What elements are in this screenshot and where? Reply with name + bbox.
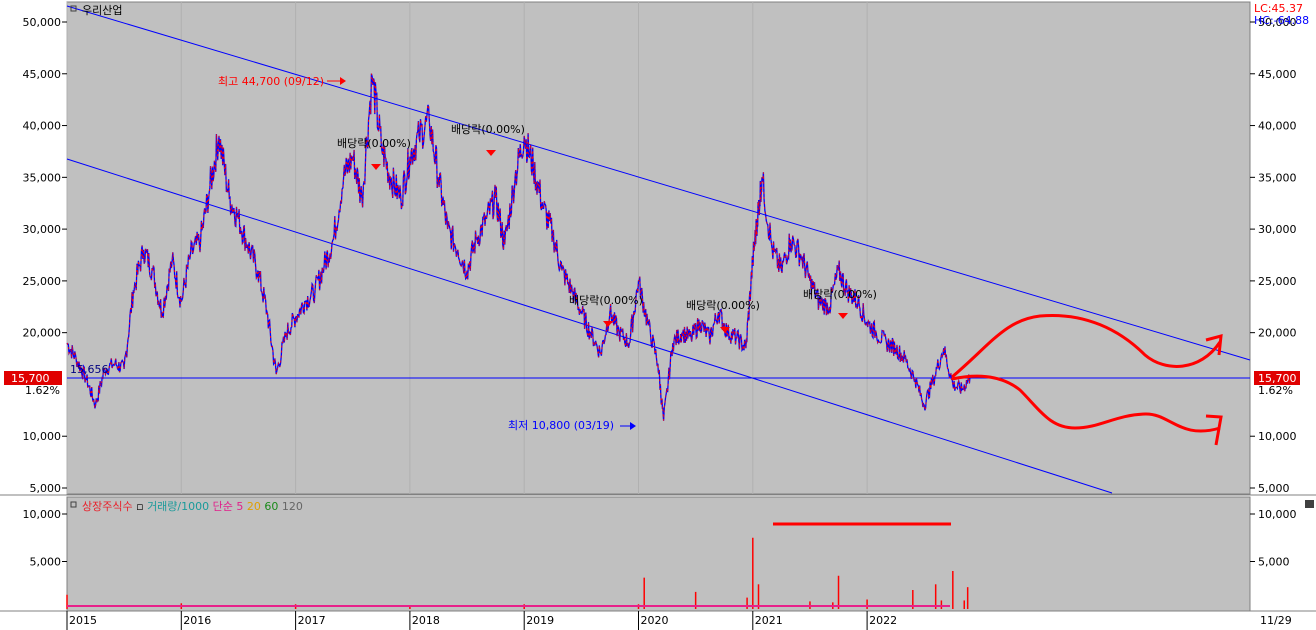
- volume-axis-right: 10,000 5,000: [1250, 508, 1297, 569]
- date-tick-label: 2016: [183, 614, 211, 627]
- date-tick-label: 2022: [869, 614, 897, 627]
- volume-tick-label: 10,000: [23, 508, 62, 521]
- volume-tick-label: 5,000: [1258, 556, 1290, 569]
- high-annotation: 최고 44,700 (09/12): [218, 75, 324, 88]
- price-tick-label: 25,000: [23, 275, 62, 288]
- dividend-label: 배당락(0.00%): [803, 288, 877, 301]
- volume-legend: 상장주식수 ▫ 거래량/1000 단순 5 20 60 120: [82, 500, 303, 513]
- date-axis: 2015 2016 2017 2018 2019 2020 2021 2022: [66, 611, 897, 630]
- volume-legend-item: 단순: [213, 500, 233, 513]
- volume-tick-label: 5,000: [30, 556, 62, 569]
- current-change-left: 1.62%: [25, 384, 60, 397]
- price-tick-label: 30,000: [1258, 223, 1297, 236]
- volume-legend-item: 5: [236, 500, 243, 513]
- price-tick-label: 45,000: [1258, 68, 1297, 81]
- hc-indicator: HC:-64.88: [1254, 14, 1309, 27]
- volume-panel[interactable]: [66, 496, 1251, 612]
- panel-close-icon[interactable]: [1305, 500, 1314, 508]
- stock-chart: 50,000 45,000 40,000 35,000 30,000 25,000 20,0…: [0, 1, 1316, 630]
- price-tick-label: 30,000: [23, 223, 62, 236]
- date-label: 11/29: [1260, 614, 1292, 627]
- dividend-label: 배당락(0.00%): [451, 123, 525, 136]
- date-tick-label: 2015: [69, 614, 97, 627]
- price-tick-label: 5,000: [30, 482, 62, 495]
- price-tick-label: 45,000: [23, 68, 62, 81]
- price-tick-label: 35,000: [1258, 171, 1297, 184]
- dividend-label: 배당락(0.00%): [569, 294, 643, 307]
- price-axis-right: 50,00045,00040,00035,00030,00025,00020,0…: [1250, 16, 1297, 495]
- date-tick-label: 2021: [755, 614, 783, 627]
- price-tick-label: 20,000: [1258, 327, 1297, 340]
- date-tick-label: 2020: [640, 614, 668, 627]
- volume-legend-item: 120: [282, 500, 303, 513]
- stock-name: 우리산업: [82, 4, 122, 17]
- volume-legend-item: 거래량/1000: [147, 500, 209, 513]
- low-annotation: 최저 10,800 (03/19): [508, 419, 614, 432]
- volume-axis-left: 10,000 5,000: [23, 508, 67, 569]
- dividend-label: 배당락(0.00%): [686, 299, 760, 312]
- price-tick-label: 50,000: [23, 16, 62, 29]
- price-tick-label: 20,000: [23, 327, 62, 340]
- date-tick-label: 2019: [526, 614, 554, 627]
- price-tick-label: 40,000: [23, 120, 62, 133]
- dividend-label: 배당락(0.00%): [337, 137, 411, 150]
- date-tick-label: 2017: [298, 614, 326, 627]
- price-tick-label: 10,000: [23, 430, 62, 443]
- volume-legend-item: 60: [264, 500, 278, 513]
- price-tick-label: 10,000: [1258, 430, 1297, 443]
- price-tick-label: 25,000: [1258, 275, 1297, 288]
- date-tick-label: 2018: [412, 614, 440, 627]
- price-tick-label: 40,000: [1258, 120, 1297, 133]
- price-tick-label: 5,000: [1258, 482, 1290, 495]
- price-axis-left: 50,000 45,000 40,000 35,000 30,000 25,000 20,0…: [23, 16, 67, 495]
- volume-legend-item: 상장주식수: [82, 500, 133, 513]
- price-tick-label: 35,000: [23, 171, 62, 184]
- volume-tick-label: 10,000: [1258, 508, 1297, 521]
- volume-legend-item: 20: [247, 500, 261, 513]
- current-change-right: 1.62%: [1258, 384, 1293, 397]
- left-line-value: 15,656: [70, 363, 109, 376]
